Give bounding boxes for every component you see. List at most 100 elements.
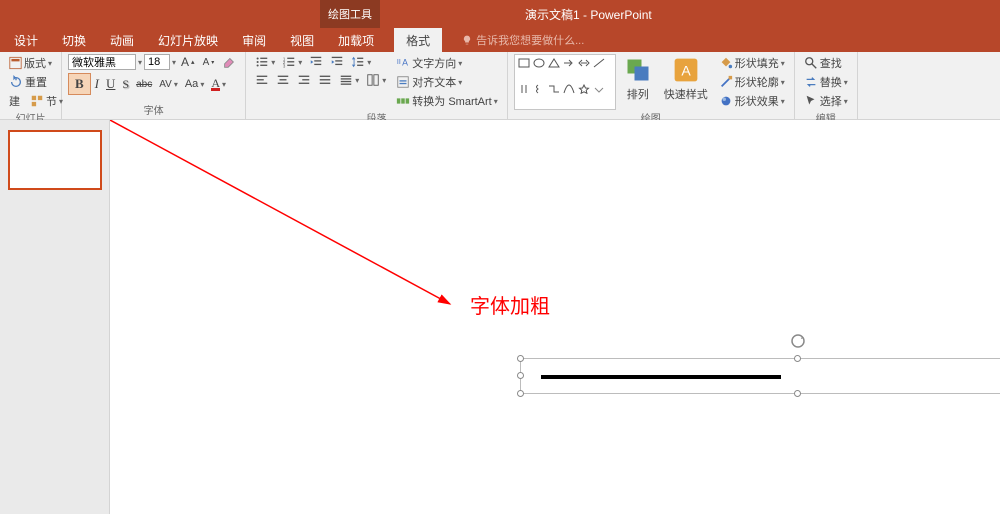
shape-star-icon: [577, 83, 591, 95]
tab-addins[interactable]: 加载项: [326, 28, 386, 52]
indent-icon: [330, 55, 344, 69]
arrange-button[interactable]: 排列: [620, 54, 656, 110]
columns-icon: [366, 73, 380, 87]
replace-button[interactable]: 替换▾: [801, 73, 851, 91]
align-text-button[interactable]: 对齐文本▾: [393, 73, 500, 91]
decrease-font-button[interactable]: A▾: [200, 56, 218, 69]
tab-view[interactable]: 视图: [278, 28, 326, 52]
align-right-button[interactable]: [294, 72, 314, 88]
smartart-icon: [396, 94, 410, 108]
strikethrough-button[interactable]: abc: [133, 73, 155, 95]
title-bar: 绘图工具 演示文稿1 - PowerPoint: [0, 0, 1000, 28]
resize-handle-top-mid[interactable]: [794, 355, 801, 362]
svg-text:II: II: [397, 59, 401, 66]
font-size-dropdown[interactable]: ▾: [172, 58, 176, 67]
resize-handle-bottom-mid[interactable]: [794, 390, 801, 397]
tell-me-search[interactable]: 告诉我您想要做什么...: [462, 32, 584, 48]
resize-handle-bottom-left[interactable]: [517, 390, 524, 397]
quick-styles-button[interactable]: A 快速样式: [660, 54, 712, 110]
layout-button[interactable]: 版式▾: [6, 54, 55, 72]
shape-rect-icon: [517, 57, 531, 69]
svg-text:A: A: [681, 62, 691, 78]
quick-styles-icon: A: [672, 56, 700, 84]
align-left-button[interactable]: [252, 72, 272, 88]
align-center-icon: [276, 73, 290, 87]
clear-formatting-button[interactable]: [219, 54, 239, 70]
fill-icon: [719, 56, 733, 70]
group-paragraph: ▾ 123▾ ▾ ▾ ▾ IIA文字方向▾ 对齐文本▾ 转: [246, 52, 508, 119]
arrange-icon: [624, 56, 652, 84]
resize-handle-mid-left[interactable]: [517, 372, 524, 379]
reset-icon: [9, 75, 23, 89]
group-drawing: 排列 A 快速样式 形状填充▾ 形状轮廓▾ 形状效果▾ 绘图: [508, 52, 795, 119]
shape-doublearrow-icon: [577, 57, 591, 69]
group-font: ▾ ▾ A▴ A▾ B I U S abc AV▾ Aa▾ A▾ 字体: [62, 52, 246, 119]
change-case-button[interactable]: Aa▾: [182, 73, 207, 95]
bullets-icon: [255, 55, 269, 69]
character-spacing-button[interactable]: AV▾: [156, 73, 181, 95]
shape-fill-button[interactable]: 形状填充▾: [716, 54, 788, 72]
shape-triangle-icon: [547, 57, 561, 69]
bold-button[interactable]: B: [68, 73, 91, 95]
select-button[interactable]: 选择▾: [801, 92, 851, 110]
effects-icon: [719, 94, 733, 108]
bullets-button[interactable]: ▾: [252, 54, 278, 70]
slide-thumbnail-1[interactable]: [8, 130, 102, 190]
justify-button[interactable]: [315, 72, 335, 88]
font-size-input[interactable]: [144, 54, 170, 70]
font-name-dropdown[interactable]: ▾: [138, 58, 142, 67]
distribute-icon: [339, 73, 353, 87]
numbering-button[interactable]: 123▾: [279, 54, 305, 70]
lightbulb-icon: [462, 35, 472, 45]
new-slide-button[interactable]: 建: [6, 92, 23, 110]
tab-transitions[interactable]: 切换: [50, 28, 98, 52]
tab-review[interactable]: 审阅: [230, 28, 278, 52]
shapes-gallery[interactable]: [514, 54, 616, 110]
shape-outline-button[interactable]: 形状轮廓▾: [716, 73, 788, 91]
line-spacing-button[interactable]: ▾: [348, 54, 374, 70]
section-button[interactable]: 节▾: [27, 92, 66, 110]
shape-connector-icon: [547, 83, 561, 95]
text-direction-button[interactable]: IIA文字方向▾: [393, 54, 500, 72]
tab-animations[interactable]: 动画: [98, 28, 146, 52]
selected-text-box[interactable]: [520, 358, 1000, 394]
underline-button[interactable]: U: [103, 73, 118, 95]
contextual-tab-drawing-tools: 绘图工具: [320, 0, 380, 28]
shape-more-icon: [592, 83, 606, 95]
slide-canvas[interactable]: 字体加粗: [110, 120, 1000, 514]
increase-font-button[interactable]: A▴: [178, 54, 198, 70]
decrease-indent-button[interactable]: [306, 54, 326, 70]
svg-text:A: A: [402, 58, 408, 68]
outdent-icon: [309, 55, 323, 69]
tab-design[interactable]: 设计: [2, 28, 50, 52]
convert-smartart-button[interactable]: 转换为 SmartArt▾: [393, 92, 500, 110]
distribute-button[interactable]: ▾: [336, 72, 362, 88]
rotate-handle[interactable]: [790, 333, 806, 349]
shape-effects-button[interactable]: 形状效果▾: [716, 92, 788, 110]
section-icon: [30, 94, 44, 108]
increase-indent-button[interactable]: [327, 54, 347, 70]
font-color-button[interactable]: A▾: [208, 73, 229, 95]
shape-bracket-icon: [517, 83, 531, 95]
tab-format[interactable]: 格式: [394, 28, 442, 52]
outline-icon: [719, 75, 733, 89]
align-center-button[interactable]: [273, 72, 293, 88]
line-spacing-icon: [351, 55, 365, 69]
window-title: 演示文稿1 - PowerPoint: [525, 6, 652, 23]
text-shadow-button[interactable]: S: [119, 73, 132, 95]
align-left-icon: [255, 73, 269, 87]
resize-handle-top-left[interactable]: [517, 355, 524, 362]
font-name-input[interactable]: [68, 54, 136, 70]
find-button[interactable]: 查找: [801, 54, 851, 72]
annotation-text: 字体加粗: [470, 290, 550, 319]
reset-button[interactable]: 重置: [6, 73, 55, 91]
ribbon-tabs: 设计 切换 动画 幻灯片放映 审阅 视图 加载项 格式 告诉我您想要做什么...: [0, 28, 1000, 52]
tab-slideshow[interactable]: 幻灯片放映: [146, 28, 230, 52]
replace-icon: [804, 75, 818, 89]
layout-icon: [9, 56, 22, 70]
columns-button[interactable]: ▾: [363, 72, 389, 88]
slide-thumbnails-panel[interactable]: [0, 120, 110, 514]
italic-button[interactable]: I: [92, 73, 102, 95]
annotation-arrow: [110, 120, 470, 320]
numbering-icon: 123: [282, 55, 296, 69]
